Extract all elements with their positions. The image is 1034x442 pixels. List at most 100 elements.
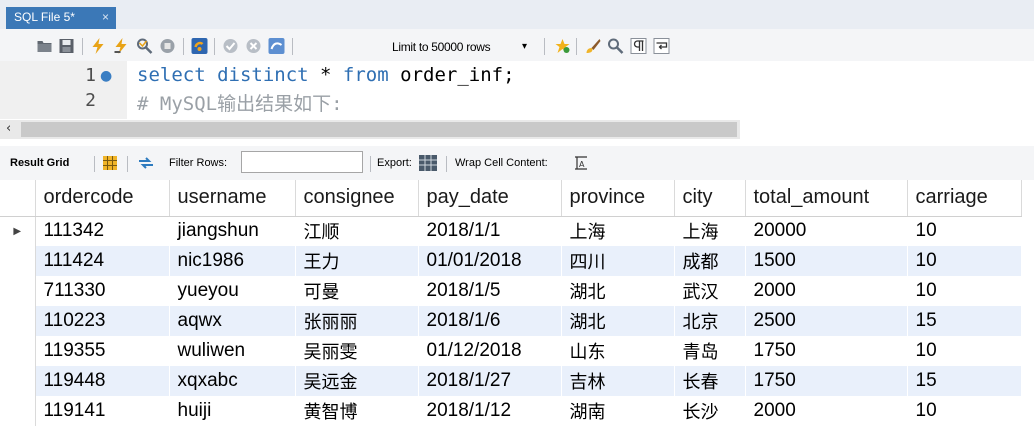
stop-icon[interactable]: [159, 38, 176, 54]
cell-username[interactable]: xqxabc: [169, 366, 296, 396]
cell-ordercode[interactable]: 711330: [35, 276, 170, 306]
beautify-icon[interactable]: [554, 38, 571, 54]
filter-rows-input[interactable]: [241, 151, 363, 173]
table-row[interactable]: ▶ 111342 jiangshun 江顺 2018/1/1 上海 上海 200…: [0, 216, 1022, 246]
explain-magnifier-icon[interactable]: [136, 38, 153, 54]
refresh-arrows-icon[interactable]: [138, 156, 154, 170]
execute-cursor-lightning-icon[interactable]: [113, 38, 130, 54]
cell-pay-date[interactable]: 2018/1/6: [418, 306, 562, 336]
limit-rows-select[interactable]: Limit to 50000 rows ▾: [388, 36, 538, 58]
invisible-chars-icon[interactable]: [630, 38, 647, 54]
column-header[interactable]: pay_date: [418, 180, 562, 217]
result-grid-button[interactable]: Result Grid: [10, 157, 69, 169]
cell-username[interactable]: yueyou: [169, 276, 296, 306]
cell-total-amount[interactable]: 2000: [745, 276, 908, 306]
cell-province[interactable]: 湖北: [561, 306, 675, 336]
table-row[interactable]: 110223 aqwx 张丽丽 2018/1/6 湖北 北京 2500 15: [0, 306, 1022, 336]
cell-consignee[interactable]: 黄智博: [295, 396, 419, 426]
save-snippet-icon[interactable]: [268, 38, 285, 54]
column-header[interactable]: total_amount: [745, 180, 908, 217]
table-row[interactable]: 111424 nic1986 王力 01/01/2018 四川 成都 1500 …: [0, 246, 1022, 276]
cell-ordercode[interactable]: 110223: [35, 306, 170, 336]
column-header[interactable]: province: [561, 180, 675, 217]
cell-pay-date[interactable]: 2018/1/12: [418, 396, 562, 426]
cell-total-amount[interactable]: 1500: [745, 246, 908, 276]
column-header[interactable]: consignee: [295, 180, 419, 217]
tab-close-icon[interactable]: ×: [102, 10, 109, 24]
cell-province[interactable]: 四川: [561, 246, 675, 276]
column-header[interactable]: ordercode: [35, 180, 170, 217]
cell-carriage[interactable]: 10: [907, 276, 1022, 306]
cell-carriage[interactable]: 15: [907, 306, 1022, 336]
table-row[interactable]: 119355 wuliwen 吴丽雯 01/12/2018 山东 青岛 1750…: [0, 336, 1022, 366]
cell-username[interactable]: huiji: [169, 396, 296, 426]
cell-username[interactable]: jiangshun: [169, 216, 296, 246]
column-header[interactable]: username: [169, 180, 296, 217]
cell-total-amount[interactable]: 1750: [745, 336, 908, 366]
result-grid[interactable]: ordercode username consignee pay_date pr…: [0, 180, 1034, 442]
column-header[interactable]: carriage: [907, 180, 1022, 217]
cell-total-amount[interactable]: 20000: [745, 216, 908, 246]
table-row[interactable]: 711330 yueyou 可曼 2018/1/5 湖北 武汉 2000 10: [0, 276, 1022, 306]
cell-carriage[interactable]: 10: [907, 246, 1022, 276]
find-icon[interactable]: [607, 38, 624, 54]
cell-city[interactable]: 武汉: [674, 276, 746, 306]
cell-city[interactable]: 长沙: [674, 396, 746, 426]
open-folder-icon[interactable]: [36, 38, 53, 54]
cell-username[interactable]: nic1986: [169, 246, 296, 276]
toggle-autocommit-icon[interactable]: [191, 38, 208, 54]
cell-province[interactable]: 山东: [561, 336, 675, 366]
table-row[interactable]: 119448 xqxabc 吴远金 2018/1/27 吉林 长春 1750 1…: [0, 366, 1022, 396]
word-wrap-icon[interactable]: [653, 38, 670, 54]
wrap-cell-icon[interactable]: A: [574, 156, 588, 170]
cell-consignee[interactable]: 王力: [295, 246, 419, 276]
cell-pay-date[interactable]: 01/12/2018: [418, 336, 562, 366]
cell-consignee[interactable]: 吴远金: [295, 366, 419, 396]
cell-ordercode[interactable]: 119141: [35, 396, 170, 426]
cell-province[interactable]: 上海: [561, 216, 675, 246]
cell-consignee[interactable]: 张丽丽: [295, 306, 419, 336]
scrollbar-thumb[interactable]: [21, 122, 737, 137]
cell-province[interactable]: 湖南: [561, 396, 675, 426]
cell-city[interactable]: 北京: [674, 306, 746, 336]
cell-pay-date[interactable]: 2018/1/5: [418, 276, 562, 306]
brush-icon[interactable]: [585, 38, 602, 54]
cell-carriage[interactable]: 10: [907, 336, 1022, 366]
cell-pay-date[interactable]: 01/01/2018: [418, 246, 562, 276]
scroll-left-arrow-icon[interactable]: ‹: [6, 121, 11, 136]
cell-consignee[interactable]: 江顺: [295, 216, 419, 246]
commit-icon[interactable]: [222, 38, 239, 54]
cell-ordercode[interactable]: 111424: [35, 246, 170, 276]
code-line-1[interactable]: select distinct * from order_inf;: [137, 64, 515, 86]
cell-username[interactable]: wuliwen: [169, 336, 296, 366]
cell-province[interactable]: 吉林: [561, 366, 675, 396]
cell-province[interactable]: 湖北: [561, 276, 675, 306]
cell-carriage[interactable]: 10: [907, 216, 1022, 246]
export-icon[interactable]: [419, 155, 437, 171]
cell-pay-date[interactable]: 2018/1/1: [418, 216, 562, 246]
cell-city[interactable]: 上海: [674, 216, 746, 246]
rollback-icon[interactable]: [245, 38, 262, 54]
cell-carriage[interactable]: 10: [907, 396, 1022, 426]
cell-username[interactable]: aqwx: [169, 306, 296, 336]
cell-city[interactable]: 成都: [674, 246, 746, 276]
tab-sql-file-5[interactable]: SQL File 5* ×: [6, 7, 116, 29]
cell-total-amount[interactable]: 2500: [745, 306, 908, 336]
cell-total-amount[interactable]: 2000: [745, 396, 908, 426]
cell-ordercode[interactable]: 111342: [35, 216, 170, 246]
cell-consignee[interactable]: 吴丽雯: [295, 336, 419, 366]
cell-city[interactable]: 长春: [674, 366, 746, 396]
code-line-2[interactable]: # MySQL输出结果如下:: [137, 89, 343, 116]
grid-view-icon[interactable]: [103, 156, 117, 170]
save-icon[interactable]: [58, 38, 75, 54]
sql-editor[interactable]: 1 ● select distinct * from order_inf; 2 …: [0, 61, 1034, 119]
cell-ordercode[interactable]: 119448: [35, 366, 170, 396]
cell-consignee[interactable]: 可曼: [295, 276, 419, 306]
horizontal-scrollbar[interactable]: ‹: [0, 120, 740, 139]
cell-pay-date[interactable]: 2018/1/27: [418, 366, 562, 396]
table-row[interactable]: 119141 huiji 黄智博 2018/1/12 湖南 长沙 2000 10: [0, 396, 1022, 426]
cell-total-amount[interactable]: 1750: [745, 366, 908, 396]
cell-ordercode[interactable]: 119355: [35, 336, 170, 366]
cell-carriage[interactable]: 15: [907, 366, 1022, 396]
column-header[interactable]: city: [674, 180, 746, 217]
